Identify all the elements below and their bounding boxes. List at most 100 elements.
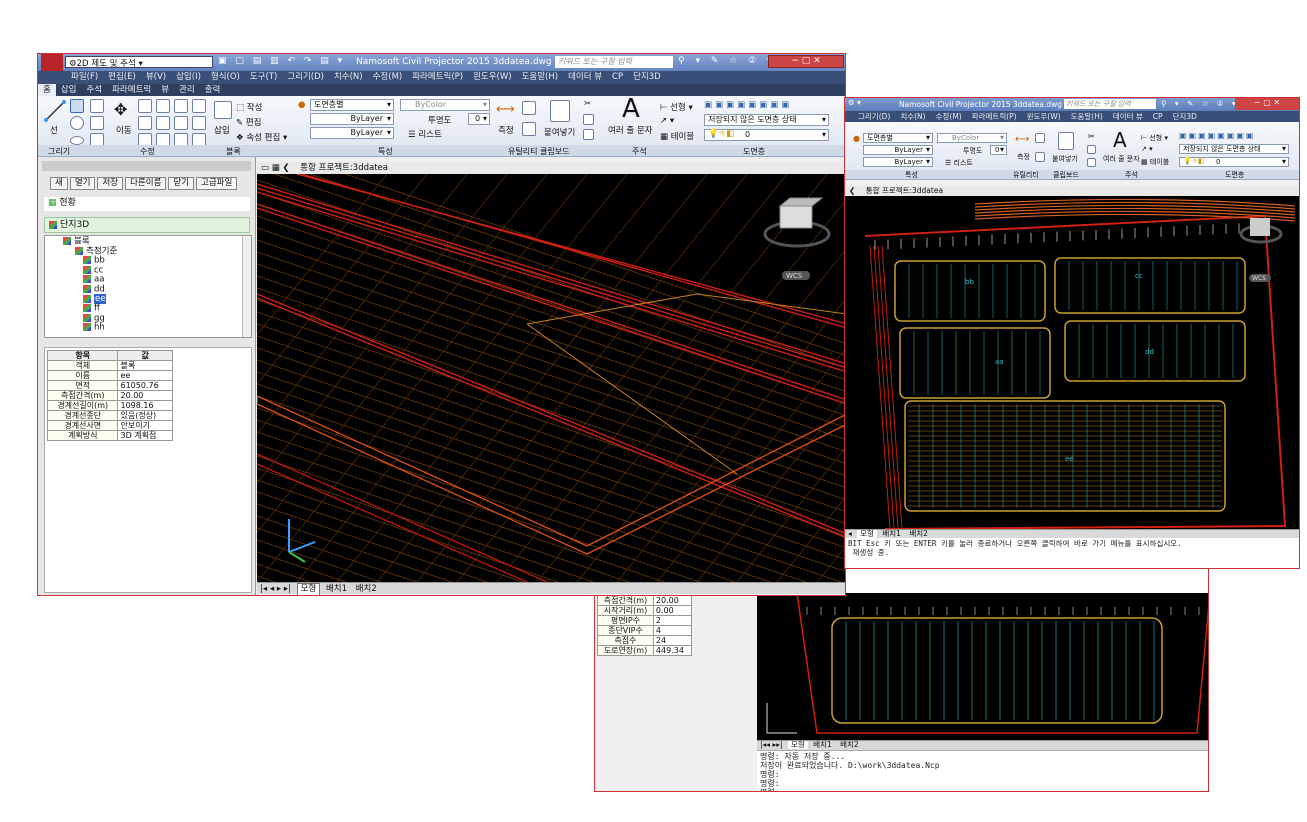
- linear-dim[interactable]: ⊢ 선형 ▾: [660, 101, 693, 113]
- property-row[interactable]: 경계선길이(m) 1098.16: [46, 400, 173, 411]
- property-row[interactable]: 도로연장(m) 449.34: [597, 645, 693, 656]
- app-logo-icon[interactable]: [41, 54, 63, 71]
- quick-select-icon[interactable]: [522, 101, 536, 115]
- plan-viewport[interactable]: bb cc aa dd ee WCS: [845, 196, 1299, 529]
- plan-block[interactable]: [1054, 257, 1246, 314]
- ribbon-tab[interactable]: 주석: [81, 84, 107, 96]
- menu-item[interactable]: 그리기(D): [282, 71, 329, 84]
- menu-item[interactable]: 윈도우(W): [1022, 111, 1066, 122]
- menu-item[interactable]: 편집(E): [103, 71, 141, 84]
- ribbon-group-label[interactable]: 클립보드: [1053, 170, 1079, 180]
- viewcube-icon[interactable]: [1239, 218, 1283, 244]
- ribbon-group-label[interactable]: 주석: [632, 146, 647, 157]
- help-icons[interactable]: ⚲ ▾ ✎ ☆ ② ▾: [678, 56, 776, 66]
- copy-clip-icon[interactable]: [1087, 145, 1096, 154]
- help-icons[interactable]: ⚲ ▾ ✎ ☆ ② ▾: [1161, 99, 1239, 108]
- property-row[interactable]: 객체 블록: [46, 360, 173, 371]
- explode-icon[interactable]: [192, 116, 206, 130]
- property-row[interactable]: 측점수 24: [597, 635, 693, 646]
- property-row[interactable]: 이름 ee: [46, 370, 173, 381]
- tree-item[interactable]: bb: [83, 256, 105, 266]
- road-plan-viewport[interactable]: [757, 593, 1208, 740]
- menu-item[interactable]: 파일(F): [66, 71, 103, 84]
- block-edit[interactable]: ✎ 편집: [236, 116, 261, 128]
- menu-item[interactable]: 수정(M): [368, 71, 408, 84]
- property-row[interactable]: 측점간격(m) 20.00: [46, 390, 173, 401]
- block-tree[interactable]: 블록 측점기준 bb cc aa dd ee ff gg hh: [44, 235, 252, 338]
- tab-nav-icon[interactable]: |◂ ◂ ▸ ▸|: [257, 584, 294, 595]
- layer-state-dropdown[interactable]: 저장되지 않은 도면층 상태: [1179, 144, 1289, 154]
- tab-layout2[interactable]: 배치2: [837, 741, 862, 749]
- ribbon-group-label[interactable]: 클립보드: [540, 146, 569, 157]
- transparency-input[interactable]: 0: [468, 113, 490, 125]
- workspace-dropdown[interactable]: ⚙2D 제도 및 주석 ▾: [65, 56, 213, 69]
- ribbon-group-label[interactable]: 특성: [378, 146, 393, 157]
- menu-item[interactable]: 뷰(V): [141, 71, 171, 84]
- linetype-dropdown[interactable]: ByLayer: [310, 113, 394, 125]
- menu-item[interactable]: 단지3D: [628, 71, 666, 84]
- ribbon-tab[interactable]: 삽입: [56, 84, 82, 96]
- panel-button[interactable]: 다른이름: [125, 177, 167, 190]
- transparency-input[interactable]: 0: [990, 145, 1007, 155]
- rectangle-icon[interactable]: [90, 116, 104, 130]
- ellipse-icon[interactable]: [70, 136, 84, 145]
- menu-item[interactable]: 파라메트릭(P): [407, 71, 468, 84]
- property-row[interactable]: 측점간격(m) 20.00: [597, 595, 693, 606]
- linear-dim[interactable]: ⊢ 선형 ▾: [1141, 133, 1168, 143]
- menu-item[interactable]: 도움말(H): [517, 71, 563, 84]
- table-button[interactable]: ▦ 테이블: [660, 130, 694, 142]
- ribbon-group-label[interactable]: 주석: [1125, 170, 1138, 180]
- ribbon-group-label[interactable]: 그리기: [48, 146, 70, 157]
- arc-icon[interactable]: [90, 99, 104, 113]
- search-input[interactable]: 키워드 또는 구절 입력: [1064, 99, 1156, 109]
- panel-button[interactable]: 닫기: [168, 177, 195, 190]
- menu-item[interactable]: 도구(T): [245, 71, 282, 84]
- plan-block[interactable]: [831, 617, 1163, 724]
- erase-icon[interactable]: [192, 99, 206, 113]
- tab-model[interactable]: 모형: [296, 583, 321, 595]
- copy-icon[interactable]: [138, 116, 152, 130]
- layer-tools-icons[interactable]: ▣▣▣▣▣▣▣▣: [1179, 131, 1255, 140]
- tree-scrollbar[interactable]: [242, 236, 251, 337]
- wcs-badge[interactable]: WCS: [1249, 274, 1271, 282]
- viewport-controls-icon[interactable]: ❮: [849, 186, 855, 195]
- linetype-dropdown[interactable]: ByLayer: [863, 145, 933, 155]
- list-button[interactable]: ☰ 리스트: [945, 158, 973, 168]
- table-button[interactable]: ▦ 테이블: [1141, 157, 1169, 167]
- menu-item[interactable]: 치수(N): [895, 111, 930, 122]
- tab-model[interactable]: 모형: [857, 530, 877, 538]
- lineweight-dropdown[interactable]: ByLayer: [863, 157, 933, 167]
- calculator-icon[interactable]: [1035, 152, 1045, 162]
- search-input[interactable]: 키워드 또는 구절 입력: [555, 56, 673, 68]
- tab-layout1[interactable]: 배치1: [879, 530, 904, 538]
- layer-tools-icons[interactable]: ▣▣▣▣▣▣▣▣: [704, 100, 792, 110]
- menu-item[interactable]: 그리기(D): [853, 111, 895, 122]
- tree-item[interactable]: 측점기준: [75, 246, 117, 257]
- property-row[interactable]: 계획방식 3D 계획점: [46, 430, 173, 441]
- move-icon[interactable]: ✥: [114, 100, 127, 119]
- paste-icon[interactable]: [1058, 132, 1074, 150]
- trim-icon[interactable]: [156, 99, 170, 113]
- plan-block[interactable]: [1064, 320, 1246, 382]
- menu-item[interactable]: 파라메트릭(P): [967, 111, 1022, 122]
- layer-dropdown[interactable]: 도면층별: [310, 99, 394, 111]
- ribbon-tab[interactable]: 출력: [200, 84, 226, 96]
- tab-nav-icon[interactable]: |◂◂ ▸▸|: [757, 741, 786, 749]
- window-controls[interactable]: − ▢ ✕: [1235, 98, 1299, 110]
- tree-item[interactable]: gg: [83, 313, 105, 324]
- ribbon-tab[interactable]: 뷰: [156, 84, 174, 96]
- cut-icon[interactable]: ✂: [1088, 132, 1095, 141]
- menu-item[interactable]: 윈도우(W): [468, 71, 517, 84]
- property-row[interactable]: 면적 61050.76: [46, 380, 173, 391]
- tree-item[interactable]: cc: [83, 265, 103, 276]
- model-viewport[interactable]: WCS: [257, 174, 845, 582]
- tree-item[interactable]: ee: [83, 294, 107, 305]
- line-icon[interactable]: [44, 100, 66, 122]
- property-row[interactable]: 경계선종단 있음(정상): [46, 410, 173, 421]
- menu-item[interactable]: 도움말(H): [1066, 111, 1108, 122]
- layer-dropdown[interactable]: 도면층별: [863, 133, 933, 143]
- menu-item[interactable]: 데이터 뷰: [1108, 111, 1148, 122]
- viewport-controls-icon[interactable]: ▭ ▦ ❮: [261, 163, 290, 173]
- property-row[interactable]: 평면IP수 2: [597, 615, 693, 626]
- tab-layout2[interactable]: 배치2: [353, 584, 380, 595]
